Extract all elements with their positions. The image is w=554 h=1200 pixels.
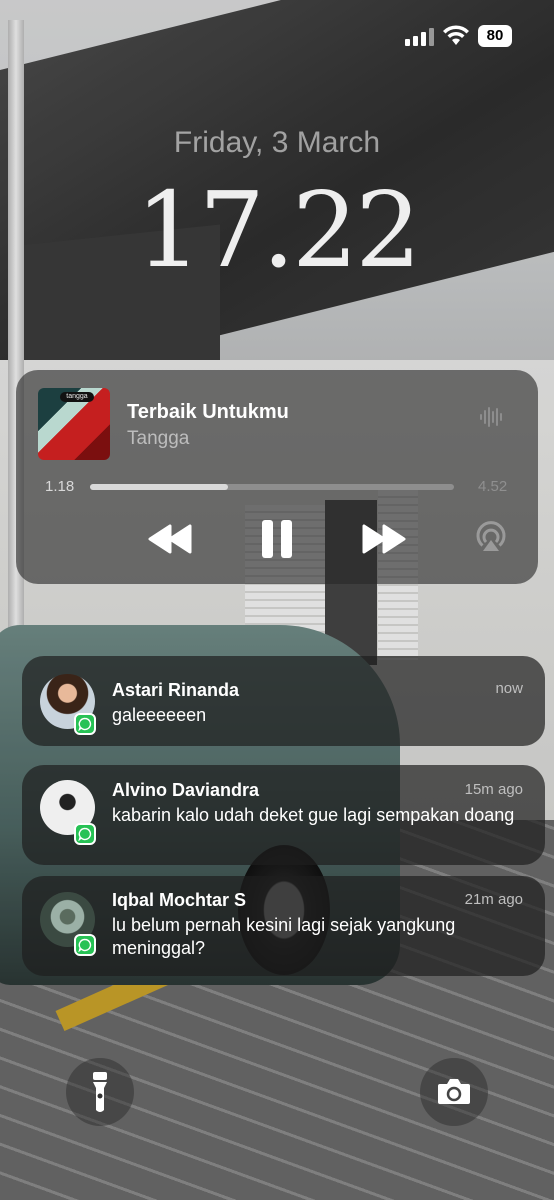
song-artist: Tangga <box>127 428 190 449</box>
whatsapp-icon <box>74 934 96 956</box>
status-bar: 80 <box>0 0 554 70</box>
battery-indicator: 80 <box>478 25 512 47</box>
notification-card[interactable]: Alvino Daviandra 15m ago kabarin kalo ud… <box>22 765 545 865</box>
notification-message: kabarin kalo udah deket gue lagi sempaka… <box>112 805 515 825</box>
notification-sender: Alvino Daviandra <box>112 780 260 800</box>
now-playing-widget[interactable]: tangga Terbaik Untukmu Tangga 1.18 4.52 <box>16 370 538 584</box>
audio-wave-icon <box>480 407 502 427</box>
elapsed-time: 1.18 <box>45 478 75 495</box>
remaining-time: 4.52 <box>478 478 508 495</box>
notification-message: lu belum pernah kesini lagi sejak yangku… <box>112 915 456 958</box>
wifi-icon <box>443 25 469 45</box>
notification-card[interactable]: Astari Rinanda now galeeeeeen <box>22 656 545 746</box>
album-art[interactable]: tangga <box>38 388 110 460</box>
notification-sender: Astari Rinanda <box>112 680 240 700</box>
notification-card[interactable]: Iqbal Mochtar S 21m ago lu belum pernah … <box>22 876 545 976</box>
camera-icon <box>438 1079 470 1104</box>
lock-date: Friday, 3 March <box>173 126 381 159</box>
notification-message: galeeeeeen <box>112 705 207 725</box>
camera-button[interactable] <box>420 1058 488 1126</box>
song-title: Terbaik Untukmu <box>127 401 289 423</box>
flashlight-button[interactable] <box>66 1058 134 1126</box>
cellular-signal-icon <box>405 28 435 46</box>
notification-sender: Iqbal Mochtar S <box>112 890 247 910</box>
flashlight-icon <box>93 1072 107 1112</box>
lock-time: 17.22 <box>135 169 422 291</box>
pause-button[interactable] <box>260 520 294 558</box>
progress-fill <box>90 484 229 490</box>
album-art-label: tangga <box>60 392 94 402</box>
notification-time: now <box>495 680 523 697</box>
progress-scrubber[interactable] <box>90 484 454 490</box>
rewind-button[interactable] <box>148 522 192 556</box>
airplay-icon[interactable] <box>474 520 508 554</box>
whatsapp-icon <box>74 713 96 735</box>
whatsapp-icon <box>74 823 96 845</box>
fast-forward-button[interactable] <box>362 522 406 556</box>
notification-time: 21m ago <box>464 891 523 908</box>
notification-time: 15m ago <box>464 781 523 798</box>
